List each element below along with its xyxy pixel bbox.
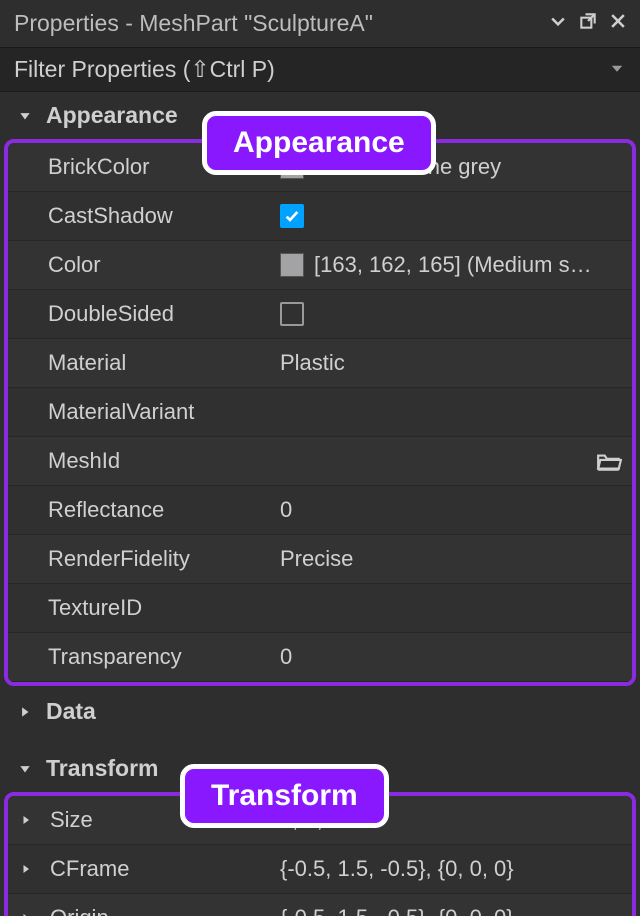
property-row-transparency[interactable]: Transparency 0 — [8, 633, 632, 682]
collapsed-arrow-icon[interactable] — [20, 912, 32, 916]
popout-icon[interactable] — [578, 10, 598, 37]
checkbox-checked-icon[interactable] — [280, 204, 304, 228]
property-value[interactable] — [268, 302, 632, 326]
titlebar: Properties - MeshPart "SculptureA" — [0, 4, 640, 47]
property-value[interactable]: Precise — [268, 546, 632, 572]
section-header-data[interactable]: Data — [0, 688, 640, 735]
property-label: CastShadow — [8, 203, 268, 229]
property-value[interactable] — [268, 450, 632, 472]
folder-open-icon[interactable] — [596, 450, 622, 472]
property-value[interactable]: [163, 162, 165] (Medium s… — [268, 252, 632, 278]
property-row-material[interactable]: Material Plastic — [8, 339, 632, 388]
filter-input[interactable]: Filter Properties (⇧Ctrl P) — [0, 47, 640, 92]
property-value[interactable]: {-0.5, 1.5, -0.5}, {0, 0, 0} — [268, 856, 632, 882]
property-value[interactable]: {-0.5, 1.5, -0.5}, {0, 0, 0} — [268, 905, 632, 916]
collapsed-arrow-icon — [18, 705, 32, 719]
property-value[interactable] — [268, 204, 632, 228]
property-value[interactable]: Plastic — [268, 350, 632, 376]
property-label: CFrame — [8, 856, 268, 882]
property-value[interactable]: 0 — [268, 497, 632, 523]
collapsed-arrow-icon[interactable] — [20, 814, 32, 826]
color-swatch-icon — [280, 253, 304, 277]
section-header-label: Appearance — [46, 102, 178, 129]
property-row-materialvariant[interactable]: MaterialVariant — [8, 388, 632, 437]
property-row-doublesided[interactable]: DoubleSided — [8, 290, 632, 339]
property-label: Material — [8, 350, 268, 376]
property-row-castshadow[interactable]: CastShadow — [8, 192, 632, 241]
property-row-meshid[interactable]: MeshId — [8, 437, 632, 486]
property-label: MeshId — [8, 448, 268, 474]
callout-transform: Transform — [180, 764, 389, 828]
collapsed-arrow-icon[interactable] — [20, 863, 32, 875]
property-label: DoubleSided — [8, 301, 268, 327]
property-row-textureid[interactable]: TextureID — [8, 584, 632, 633]
property-row-cframe[interactable]: CFrame {-0.5, 1.5, -0.5}, {0, 0, 0} — [8, 845, 632, 894]
property-row-reflectance[interactable]: Reflectance 0 — [8, 486, 632, 535]
property-label: Transparency — [8, 644, 268, 670]
property-value[interactable]: 0 — [268, 644, 632, 670]
callout-appearance: Appearance — [202, 111, 436, 175]
property-row-color[interactable]: Color [163, 162, 165] (Medium s… — [8, 241, 632, 290]
property-label: Color — [8, 252, 268, 278]
section-header-label: Transform — [46, 755, 158, 782]
property-label: MaterialVariant — [8, 399, 268, 425]
filter-placeholder: Filter Properties (⇧Ctrl P) — [14, 56, 608, 83]
dropdown-icon[interactable] — [608, 56, 626, 83]
close-icon[interactable] — [608, 10, 628, 37]
property-row-renderfidelity[interactable]: RenderFidelity Precise — [8, 535, 632, 584]
property-row-origin[interactable]: Origin {-0.5, 1.5, -0.5}, {0, 0, 0} — [8, 894, 632, 916]
property-label: RenderFidelity — [8, 546, 268, 572]
property-label: Origin — [8, 905, 268, 916]
panel-title: Properties - MeshPart "SculptureA" — [14, 10, 548, 37]
property-label: Reflectance — [8, 497, 268, 523]
appearance-group: BrickColor Medium stone grey CastShadow … — [4, 139, 636, 686]
property-label: TextureID — [8, 595, 268, 621]
expanded-arrow-icon — [18, 762, 32, 776]
chevron-down-icon[interactable] — [548, 10, 568, 37]
section-header-label: Data — [46, 698, 96, 725]
expanded-arrow-icon — [18, 109, 32, 123]
checkbox-unchecked-icon[interactable] — [280, 302, 304, 326]
